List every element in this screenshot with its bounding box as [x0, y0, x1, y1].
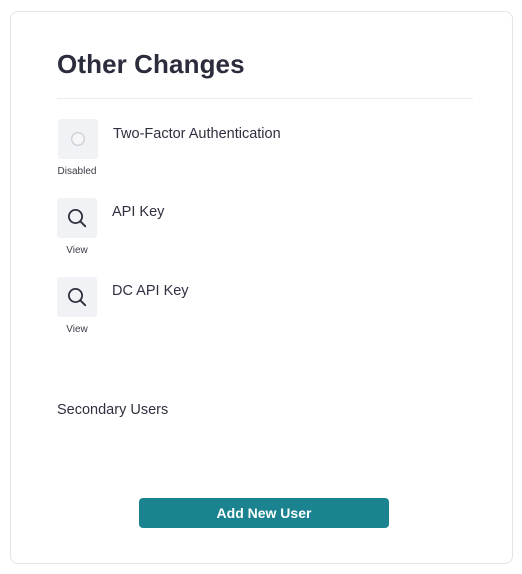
- page-title: Other Changes: [57, 49, 245, 79]
- api-key-view-label: View: [66, 245, 88, 256]
- api-key-label: API Key: [112, 204, 165, 220]
- two-factor-toggle[interactable]: Disabled: [56, 119, 98, 177]
- change-row-dc-api-key: View DC API Key: [56, 277, 476, 341]
- toggle-off-icon: [70, 131, 86, 147]
- search-icon: [68, 288, 87, 307]
- secondary-users-heading: Secondary Users: [57, 402, 169, 418]
- change-row-api-key: View API Key: [56, 198, 476, 262]
- other-changes-card: Other Changes Disabled Two-Factor Authen…: [10, 11, 513, 564]
- dc-api-key-view-label: View: [66, 324, 88, 335]
- dc-api-key-view-button[interactable]: View: [56, 277, 98, 335]
- api-key-view-button[interactable]: View: [56, 198, 98, 256]
- title-divider: [57, 98, 473, 99]
- search-icon: [68, 209, 87, 228]
- dc-api-key-label: DC API Key: [112, 283, 189, 299]
- add-new-user-button[interactable]: Add New User: [139, 498, 389, 528]
- dc-api-key-view-box[interactable]: [57, 277, 97, 317]
- two-factor-toggle-box[interactable]: [58, 119, 98, 159]
- api-key-view-box[interactable]: [57, 198, 97, 238]
- two-factor-status-label: Disabled: [57, 166, 97, 177]
- change-row-two-factor: Disabled Two-Factor Authentication: [56, 119, 476, 183]
- two-factor-label: Two-Factor Authentication: [113, 126, 281, 142]
